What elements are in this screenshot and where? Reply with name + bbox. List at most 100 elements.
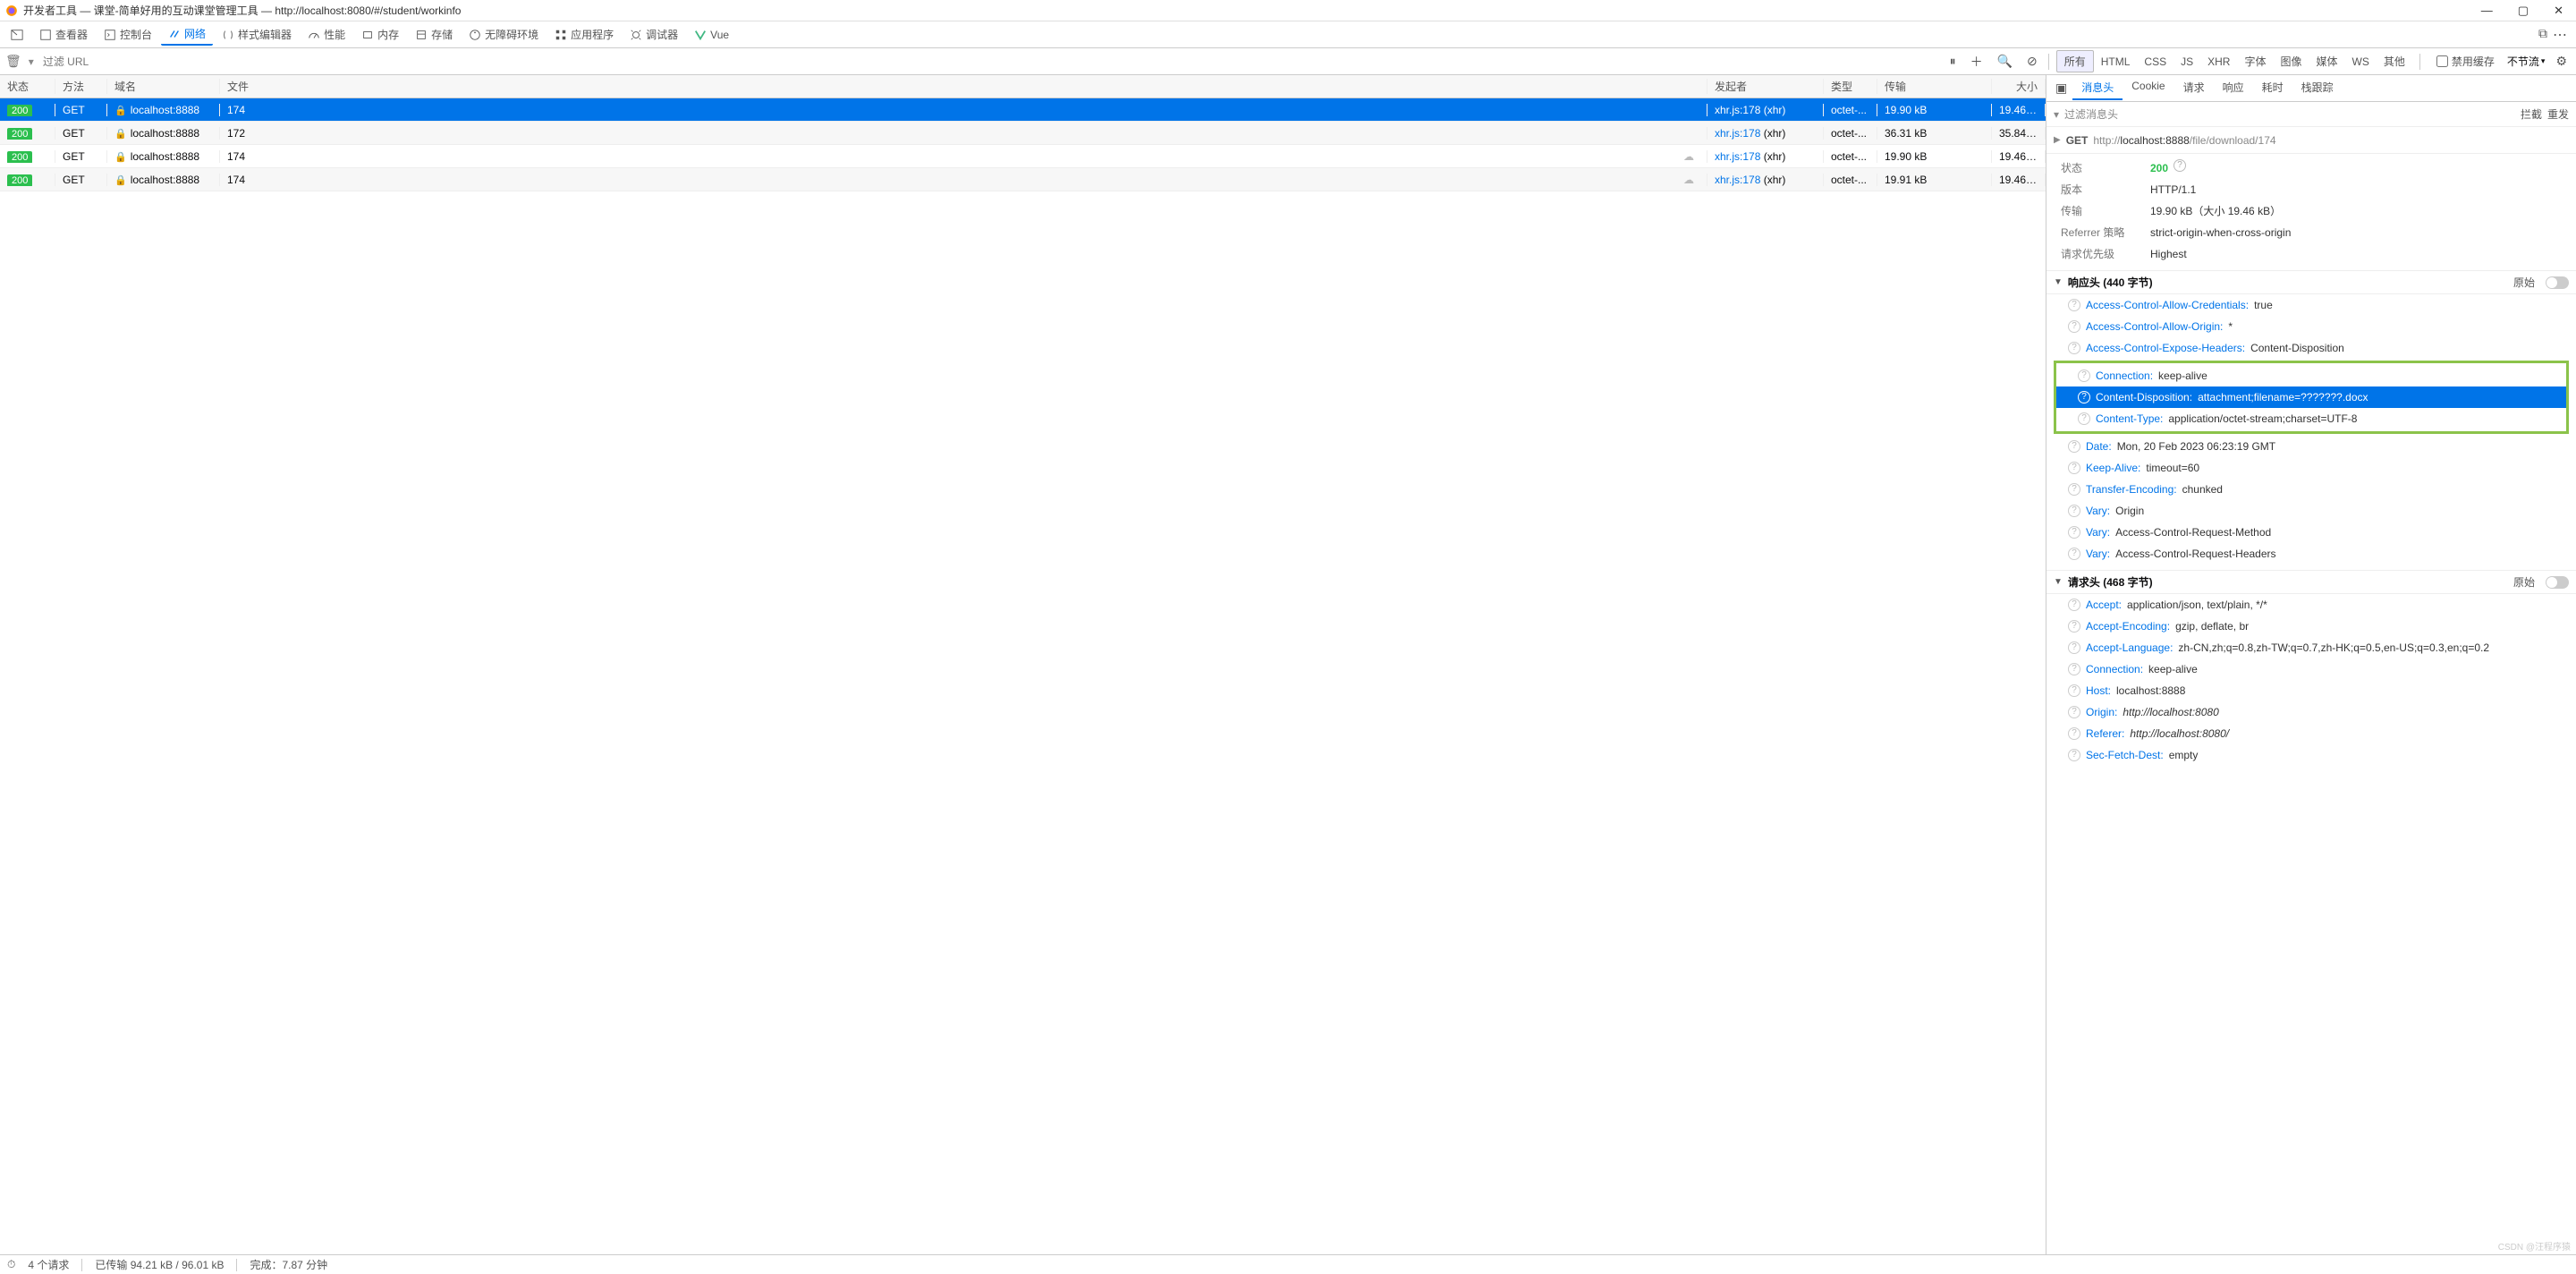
help-icon[interactable]: ? (2068, 440, 2080, 453)
header-row[interactable]: ?Connection: keep-alive (2046, 658, 2576, 680)
detail-tabs: ▣ 消息头Cookie请求响应耗时栈跟踪 (2046, 75, 2576, 102)
expand-icon[interactable]: ▶ (2054, 135, 2061, 145)
responsive-icon[interactable]: ⧉ (2538, 26, 2547, 44)
watermark: CSDN @汪程序猿 (2498, 1239, 2571, 1253)
header-row[interactable]: ?Transfer-Encoding: chunked (2046, 479, 2576, 500)
tab-memory[interactable]: 内存 (354, 24, 406, 45)
filter-chip-CSS[interactable]: CSS (2137, 53, 2174, 71)
throttle-select[interactable]: 不节流▾ (2507, 54, 2546, 69)
header-row[interactable]: ?Vary: Origin (2046, 500, 2576, 522)
table-row[interactable]: 200GET🔒localhost:8888174xhr.js:178 (xhr)… (0, 98, 2046, 122)
raw-toggle[interactable] (2546, 276, 2569, 289)
detail-tab-2[interactable]: 请求 (2174, 76, 2214, 100)
clear-icon[interactable]: 🗑 (5, 54, 21, 69)
table-row[interactable]: 200GET🔒localhost:8888174☁xhr.js:178 (xhr… (0, 145, 2046, 168)
more-icon[interactable]: ⋯ (2553, 26, 2567, 44)
header-row[interactable]: ?Date: Mon, 20 Feb 2023 06:23:19 GMT (2046, 436, 2576, 457)
tab-network[interactable]: 网络 (161, 23, 213, 46)
filter-chip-JS[interactable]: JS (2174, 53, 2200, 71)
toggle-raw-icon[interactable]: ▣ (2050, 81, 2072, 96)
detail-tab-4[interactable]: 耗时 (2253, 76, 2292, 100)
detail-tab-0[interactable]: 消息头 (2072, 76, 2123, 100)
header-row[interactable]: ?Content-Disposition: attachment;filenam… (2056, 386, 2566, 408)
resend-action[interactable]: 重发 (2547, 106, 2569, 122)
tab-performance[interactable]: 性能 (301, 24, 352, 45)
filter-chip-所有[interactable]: 所有 (2056, 50, 2094, 72)
funnel-icon: ▾ (2054, 108, 2059, 121)
request-headers-section[interactable]: ▼请求头 (468 字节) 原始 (2046, 570, 2576, 594)
filter-chip-HTML[interactable]: HTML (2094, 53, 2138, 71)
help-icon[interactable]: ? (2068, 483, 2080, 496)
raw-toggle[interactable] (2546, 576, 2569, 589)
header-row[interactable]: ?Vary: Access-Control-Request-Method (2046, 522, 2576, 543)
block-icon[interactable]: ⊘ (2023, 54, 2041, 69)
tab-debugger[interactable]: 调试器 (623, 24, 685, 45)
detail-tab-5[interactable]: 栈跟踪 (2292, 76, 2343, 100)
help-icon[interactable]: ? (2068, 320, 2080, 333)
settings-icon[interactable]: ⚙ (2552, 54, 2571, 69)
tab-inspector[interactable]: 查看器 (32, 24, 95, 45)
help-icon[interactable]: ? (2068, 749, 2080, 761)
header-row[interactable]: ?Accept: application/json, text/plain, *… (2046, 594, 2576, 616)
tab-accessibility[interactable]: 无障碍环境 (462, 24, 546, 45)
close-button[interactable]: ✕ (2554, 4, 2563, 18)
tab-style[interactable]: 样式编辑器 (215, 24, 299, 45)
help-icon[interactable]: ? (2068, 663, 2080, 675)
header-row[interactable]: ?Keep-Alive: timeout=60 (2046, 457, 2576, 479)
help-icon[interactable]: ? (2078, 412, 2090, 425)
help-icon[interactable]: ? (2068, 641, 2080, 654)
header-row[interactable]: ?Access-Control-Expose-Headers: Content-… (2046, 337, 2576, 359)
help-icon[interactable]: ? (2078, 369, 2090, 382)
filter-chip-媒体[interactable]: 媒体 (2309, 51, 2345, 72)
tab-application[interactable]: 应用程序 (547, 24, 621, 45)
tab-console[interactable]: 控制台 (97, 24, 159, 45)
help-icon[interactable]: ? (2068, 620, 2080, 633)
header-row[interactable]: ?Referer: http://localhost:8080/ (2046, 723, 2576, 744)
tab-storage[interactable]: 存储 (408, 24, 460, 45)
header-row[interactable]: ?Accept-Language: zh-CN,zh;q=0.8,zh-TW;q… (2046, 637, 2576, 658)
header-row[interactable]: ?Access-Control-Allow-Origin: * (2046, 316, 2576, 337)
filter-chip-其他[interactable]: 其他 (2377, 51, 2412, 72)
filter-chip-XHR[interactable]: XHR (2200, 53, 2237, 71)
pause-icon[interactable]: ⏸ (1946, 54, 1960, 69)
minimize-button[interactable]: — (2481, 4, 2493, 18)
add-icon[interactable]: ＋ (1967, 53, 1987, 71)
request-url-row: ▶ GET http://localhost:8888/file/downloa… (2046, 127, 2576, 154)
tab-vue[interactable]: Vue (687, 26, 736, 44)
detail-tab-1[interactable]: Cookie (2123, 76, 2174, 100)
header-row[interactable]: ?Origin: http://localhost:8080 (2046, 701, 2576, 723)
search-icon[interactable]: 🔍 (1994, 54, 2016, 69)
header-filter-input[interactable]: 过滤消息头 (2064, 106, 2118, 122)
help-icon[interactable]: ? (2068, 706, 2080, 718)
help-icon[interactable]: ? (2068, 599, 2080, 611)
help-icon[interactable]: ? (2068, 727, 2080, 740)
help-icon[interactable]: ? (2068, 299, 2080, 311)
help-icon[interactable]: ? (2068, 462, 2080, 474)
disable-cache-checkbox[interactable]: 禁用缓存 (2436, 54, 2495, 69)
help-icon[interactable]: ? (2068, 526, 2080, 539)
detail-tab-3[interactable]: 响应 (2214, 76, 2253, 100)
header-row[interactable]: ?Content-Type: application/octet-stream;… (2056, 408, 2566, 429)
help-icon[interactable]: ? (2078, 391, 2090, 403)
header-row[interactable]: ?Vary: Access-Control-Request-Headers (2046, 543, 2576, 565)
dock-button[interactable] (4, 26, 30, 44)
table-row[interactable]: 200GET🔒localhost:8888174☁xhr.js:178 (xhr… (0, 168, 2046, 191)
header-row[interactable]: ?Sec-Fetch-Dest: empty (2046, 744, 2576, 766)
help-icon[interactable]: ? (2068, 684, 2080, 697)
header-row[interactable]: ?Host: localhost:8888 (2046, 680, 2576, 701)
header-row[interactable]: ?Accept-Encoding: gzip, deflate, br (2046, 616, 2576, 637)
block-action[interactable]: 拦截 (2521, 106, 2542, 122)
help-icon[interactable]: ? (2068, 548, 2080, 560)
maximize-button[interactable]: ▢ (2518, 4, 2529, 18)
header-row[interactable]: ?Connection: keep-alive (2056, 365, 2566, 386)
help-icon[interactable]: ? (2068, 505, 2080, 517)
filter-chip-图像[interactable]: 图像 (2273, 51, 2309, 72)
filter-chip-字体[interactable]: 字体 (2237, 51, 2273, 72)
response-headers-section[interactable]: ▼响应头 (440 字节) 原始 (2046, 270, 2576, 294)
help-icon[interactable]: ? (2174, 159, 2186, 172)
filter-chip-WS[interactable]: WS (2345, 53, 2377, 71)
help-icon[interactable]: ? (2068, 342, 2080, 354)
header-row[interactable]: ?Access-Control-Allow-Credentials: true (2046, 294, 2576, 316)
table-row[interactable]: 200GET🔒localhost:8888172xhr.js:178 (xhr)… (0, 122, 2046, 145)
url-filter-input[interactable] (43, 55, 222, 68)
